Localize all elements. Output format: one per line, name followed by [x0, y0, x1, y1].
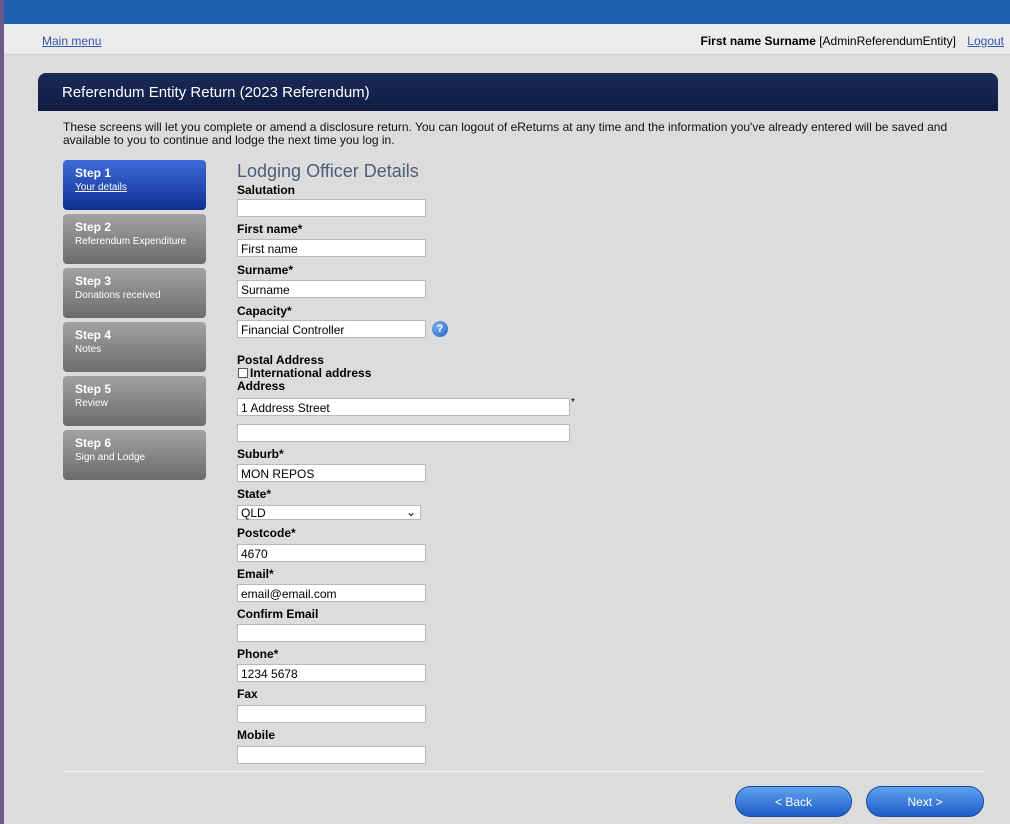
step-number: Step 3: [75, 274, 112, 288]
step-1-your-details[interactable]: Step 1 Your details: [63, 160, 206, 210]
phone-field[interactable]: 1234 5678: [237, 664, 426, 682]
phone-label: Phone*: [237, 647, 279, 661]
step-label: Sign and Lodge: [75, 452, 146, 463]
step-label: Notes: [75, 344, 102, 355]
mobile-label: Mobile: [237, 728, 275, 742]
capacity-field[interactable]: Financial Controller: [237, 320, 426, 338]
address-label: Address: [237, 379, 286, 393]
step-label: Review: [75, 398, 108, 409]
step-navigation: Step 1 Your details Step 2 Referendum Ex…: [63, 160, 206, 484]
step-number: Step 2: [75, 220, 112, 234]
confirm-email-field[interactable]: [237, 624, 426, 642]
international-address-checkbox[interactable]: [238, 368, 248, 378]
state-label: State*: [237, 487, 272, 501]
intro-text: These screens will let you complete or a…: [63, 120, 948, 147]
postal-address-label: Postal Address: [237, 353, 324, 367]
postcode-field[interactable]: 4670: [237, 544, 426, 562]
step-label: Referendum Expenditure: [75, 236, 187, 247]
mobile-field[interactable]: [237, 746, 426, 764]
step-label: Your details: [75, 182, 127, 193]
confirm-email-label: Confirm Email: [237, 607, 319, 621]
salutation-field[interactable]: [237, 199, 426, 217]
fax-field[interactable]: [237, 705, 426, 723]
first-name-label: First name*: [237, 222, 303, 236]
step-number: Step 5: [75, 382, 112, 396]
chevron-down-icon: ⌄: [405, 505, 416, 519]
required-marker: *: [571, 397, 575, 408]
fax-label: Fax: [237, 687, 258, 701]
step-3-donations-received[interactable]: Step 3 Donations received: [63, 268, 206, 318]
email-label: Email*: [237, 567, 274, 581]
panel-header: Referendum Entity Return (2023 Referendu…: [38, 73, 998, 111]
surname-field[interactable]: Surname: [237, 280, 426, 298]
main-menu-link[interactable]: Main menu: [42, 34, 101, 48]
first-name-field[interactable]: First name: [237, 239, 426, 257]
surname-label: Surname*: [237, 263, 294, 277]
step-4-notes[interactable]: Step 4 Notes: [63, 322, 206, 372]
user-info: First name Surname [AdminReferendumEntit…: [701, 34, 1005, 48]
step-number: Step 4: [75, 328, 112, 342]
help-icon[interactable]: ?: [432, 321, 448, 337]
suburb-label: Suburb*: [237, 447, 284, 461]
back-button[interactable]: < Back: [735, 786, 852, 817]
step-label: Donations received: [75, 290, 161, 301]
user-name: First name Surname: [700, 34, 816, 48]
logout-link[interactable]: Logout: [967, 34, 1004, 48]
email-field[interactable]: email@email.com: [237, 584, 426, 602]
top-bar: [4, 0, 1010, 25]
address-line2-field[interactable]: [237, 424, 570, 442]
form-title: Lodging Officer Details: [237, 161, 419, 181]
salutation-label: Salutation: [237, 183, 296, 197]
next-button[interactable]: Next >: [866, 786, 984, 817]
step-number: Step 1: [75, 166, 112, 180]
state-select[interactable]: QLD ⌄: [237, 505, 421, 520]
postcode-label: Postcode*: [237, 526, 296, 540]
capacity-label: Capacity*: [237, 304, 292, 318]
step-6-sign-and-lodge[interactable]: Step 6 Sign and Lodge: [63, 430, 206, 480]
page-title: Referendum Entity Return (2023 Referendu…: [62, 84, 370, 101]
header-row: Main menu First name Surname [AdminRefer…: [4, 24, 1010, 55]
state-select-value: QLD: [241, 506, 266, 520]
international-address-label: International address: [250, 366, 372, 380]
window-frame: [0, 0, 4, 824]
step-number: Step 6: [75, 436, 112, 450]
address-line1-field[interactable]: 1 Address Street: [237, 398, 570, 416]
step-5-review[interactable]: Step 5 Review: [63, 376, 206, 426]
step-2-referendum-expenditure[interactable]: Step 2 Referendum Expenditure: [63, 214, 206, 264]
footer-divider: [63, 771, 985, 772]
user-role: [AdminReferendumEntity]: [819, 34, 956, 48]
suburb-field[interactable]: MON REPOS: [237, 464, 426, 482]
